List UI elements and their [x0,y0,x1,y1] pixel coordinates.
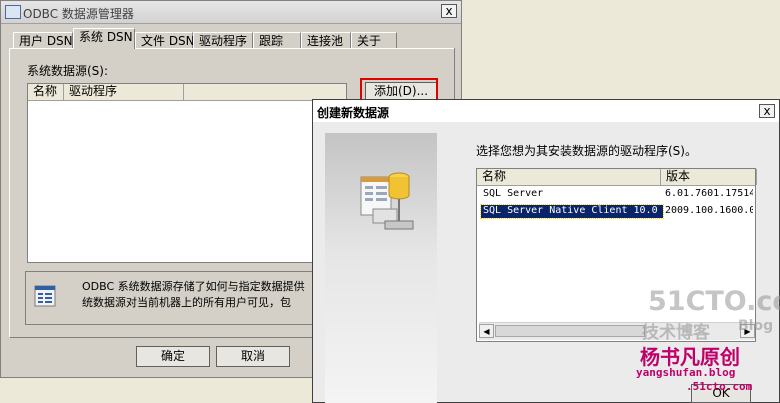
database-wizard-icon [360,172,414,230]
odbc-app-icon [5,5,21,19]
tab-system-dsn[interactable]: 系统 DSN [73,28,135,49]
scroll-thumb[interactable] [495,325,645,337]
column-name[interactable]: 名称 [28,84,64,100]
info-text-line2: 统数据源对当前机器上的所有用户可见，包 [82,296,291,309]
tab-connection-pool[interactable]: 连接池 [301,32,351,48]
watermark-blog: Blog [738,318,774,334]
watermark-site: .51cto.com [686,380,753,393]
driver-row-0[interactable]: SQL Server 6.01.7601.17514 [479,187,755,202]
horizontal-scrollbar[interactable]: ◀ ▶ [479,322,755,340]
create-title: 创建新数据源 [317,106,390,120]
odbc-title-bar[interactable]: ODBC 数据源管理器 x [1,1,461,24]
tab-drivers[interactable]: 驱动程序 [193,32,253,48]
odbc-close-button[interactable]: x [441,4,457,18]
cancel-button[interactable]: 取消 [216,346,290,367]
driver-name: SQL Server [483,188,544,199]
database-info-icon [34,285,56,307]
driver-name: SQL Server Native Client 10.0 [480,204,664,219]
create-close-button[interactable]: x [759,104,775,118]
tab-about[interactable]: 关于 [351,32,397,48]
ok-button[interactable]: 确定 [136,346,210,367]
system-dsn-label: 系统数据源(S): [27,64,109,78]
driver-prompt: 选择您想为其安装数据源的驱动程序(S)。 [476,144,697,158]
tab-tracing[interactable]: 跟踪 [253,32,301,48]
driver-version: 6.01.7601.17514 [665,188,753,199]
watermark-subtitle: 技术博客 [642,323,710,343]
column-version[interactable]: 版本 [661,169,757,185]
create-title-bar[interactable]: 创建新数据源 x [313,100,779,122]
driver-version: 2009.100.1600.0 [665,205,753,216]
system-dsn-list[interactable]: 名称 驱动程序 [27,83,347,263]
column-name[interactable]: 名称 [477,169,661,185]
driver-list-header: 名称 版本 [477,169,757,186]
driver-row-1[interactable]: SQL Server Native Client 10.0 2009.100.1… [479,204,755,219]
tab-file-dsn[interactable]: 文件 DSN [135,32,195,48]
list-header: 名称 驱动程序 [28,84,346,101]
wizard-side-panel [325,133,437,403]
tab-user-dsn[interactable]: 用户 DSN [13,32,73,48]
info-text-line1: ODBC 系统数据源存储了如何与指定数据提供 [82,280,305,293]
scroll-left-icon[interactable]: ◀ [479,324,494,338]
column-driver[interactable]: 驱动程序 [64,84,184,100]
watermark-brand: 51CTO.com [648,286,780,317]
watermark-url: yangshufan.blog [636,366,736,379]
odbc-title: ODBC 数据源管理器 [23,7,134,21]
